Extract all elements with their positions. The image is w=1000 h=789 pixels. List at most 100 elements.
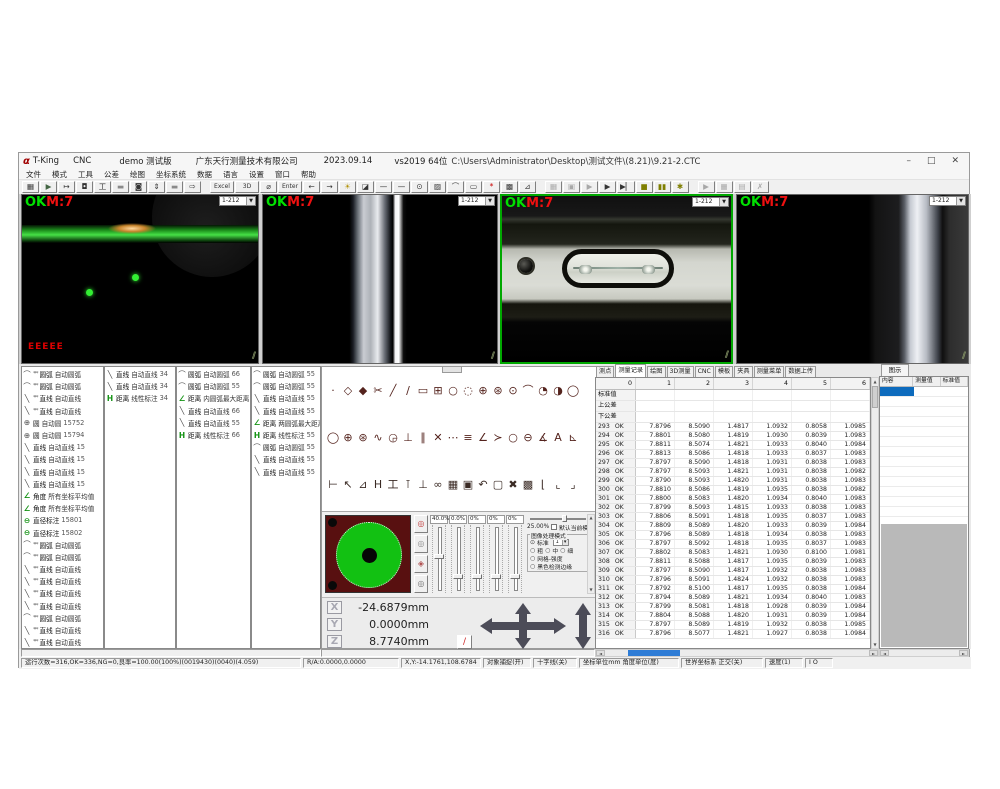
radio-coarse[interactable]: ○ [530,547,535,554]
scrollbar-thumb[interactable] [872,386,878,408]
palette-tool-icon[interactable]: ○ [446,383,460,399]
graphic-row[interactable] [880,427,968,437]
slider-thumb[interactable] [510,574,520,579]
tab-graphic[interactable]: 图示 [881,364,909,376]
table-row[interactable]: 302OK7.87998.50931.48151.09330.80381.098… [596,504,870,513]
graphic-row[interactable] [880,467,968,477]
list-item[interactable]: ╲直线自动直线34 [105,380,175,392]
palette-tool-icon[interactable]: H [371,477,385,493]
list-item[interactable]: ∠距离内圆弧最大距离 [177,392,250,404]
palette-tool-icon[interactable]: ⌞ [551,477,565,493]
camera1-selector[interactable]: 1-212▼ [219,196,256,206]
slider-th[interactable] [562,515,567,522]
palette-tool-icon[interactable]: ⊞ [431,383,445,399]
list-item[interactable]: ╲***直线自动直线 [22,405,103,417]
palette-tool-icon[interactable]: ▭ [416,383,430,399]
camera-view-2[interactable]: OKM:7 1-212▼ ∕∕ [262,194,498,364]
toolbar-minus2-icon[interactable]: — [393,181,410,193]
tab-measure-6[interactable]: 夹具 [734,366,752,377]
list-item[interactable]: ⌒***圆弧自动圆弧 [22,368,103,380]
default-mode-checkbox[interactable] [551,524,557,530]
table-row[interactable]: 308OK7.88118.50881.48171.09350.80391.098… [596,558,870,567]
palette-tool-icon[interactable]: ◔ [536,383,550,399]
graphic-row[interactable] [880,437,968,447]
list-item[interactable]: ∠角度所有坐标平均值 [22,502,103,514]
palette-tool-icon[interactable]: ✕ [431,430,445,446]
graphic-row[interactable] [880,507,968,517]
palette-tool-icon[interactable]: ⊛ [491,383,505,399]
tab-measure-2[interactable]: 绘图 [647,366,665,377]
palette-tool-icon[interactable]: ∡ [536,430,550,446]
list-item[interactable]: ╲直线自动直线66 [177,405,250,417]
list-item[interactable]: ╲直线自动直线55 [252,392,320,404]
toolbar-lamp-icon[interactable]: ☀ [339,181,356,193]
menu-item-2[interactable]: 工具 [78,169,93,180]
palette-tool-icon[interactable]: ↖ [341,477,355,493]
palette-tool-icon[interactable]: ○ [506,430,520,446]
table-row[interactable]: 300OK7.88108.50861.48191.09350.80381.098… [596,486,870,495]
list-item[interactable]: ╲直线自动直线15 [22,453,103,465]
list-item[interactable]: ⌒***圆弧自动圆弧 [22,612,103,624]
tab-measure-1[interactable]: 测量记录 [615,364,646,377]
list-item[interactable]: ╲***直线自动直线 [22,587,103,599]
palette-tool-icon[interactable]: ∕ [401,383,415,399]
toolbar-rect-icon[interactable]: ▭ [465,181,482,193]
options-scrollbar[interactable]: ▲▼ [587,514,595,594]
menu-item-1[interactable]: 模式 [52,169,67,180]
close-button[interactable]: ✕ [951,156,959,166]
toolbar-caliper-icon[interactable]: ⌀ [260,181,277,193]
list-item[interactable]: ⌒***圆弧自动圆弧 [22,539,103,551]
scrollbar-thumb[interactable] [628,650,680,656]
palette-tool-icon[interactable]: ▦ [446,477,460,493]
table-row[interactable]: 315OK7.87978.50891.48191.09320.80381.098… [596,621,870,630]
toolbar-probe-icon[interactable]: ◘ [76,181,93,193]
slider-thumb[interactable] [491,574,501,579]
toolbar-arc-icon[interactable]: ⌒ [447,181,464,193]
list-item[interactable]: ╲***直线自动直线 [22,563,103,575]
menu-item-8[interactable]: 设置 [249,169,264,180]
list-item[interactable]: ⊕圆自动圆15752 [22,417,103,429]
palette-tool-icon[interactable]: ✂ [371,383,385,399]
graphic-row[interactable] [880,447,968,457]
table-row[interactable]: 316OK7.87968.50771.48211.09270.80381.098… [596,630,870,639]
palette-tool-icon[interactable]: ⊺ [401,477,415,493]
palette-tool-icon[interactable]: 工 [386,477,400,493]
toolbar-save3-icon[interactable]: ▦ [716,181,733,193]
toolbar-goto-icon[interactable]: ⇨ [184,181,201,193]
menu-item-0[interactable]: 文件 [26,169,41,180]
menu-item-5[interactable]: 坐标系统 [156,169,186,180]
palette-tool-icon[interactable]: ⊿ [356,477,370,493]
tab-measure-3[interactable]: 3D测量 [667,366,694,377]
table-row[interactable]: 298OK7.87978.50931.48211.09310.80381.098… [596,468,870,477]
light-ring-button[interactable]: ◈ [414,555,428,573]
toolbar-star-icon[interactable]: * [483,181,500,193]
table-row[interactable]: 310OK7.87968.50911.48241.09320.80381.098… [596,576,870,585]
toolbar-pattern-icon[interactable]: ▨ [429,181,446,193]
radio-grid[interactable]: ○ [530,555,535,562]
palette-tool-icon[interactable]: ⊛ [356,430,370,446]
palette-tool-icon[interactable]: ⌊ [536,477,550,493]
table-row[interactable]: 295OK7.88118.50741.48211.09330.80401.098… [596,441,870,450]
tab-measure-8[interactable]: 数据上传 [785,366,816,377]
palette-tool-icon[interactable]: ◆ [356,383,370,399]
table-vertical-scrollbar[interactable]: ▲▼ [871,377,879,649]
palette-tool-icon[interactable]: ✖ [506,477,520,493]
table-row[interactable]: 313OK7.87998.50811.48181.09280.80391.098… [596,603,870,612]
camera-view-1[interactable]: EEEEE OKM:7 1-212▼ ∕∕ [21,194,259,364]
list-item[interactable]: ╲***直线自动直线 [22,575,103,587]
toolbar-save-icon[interactable]: ▦ [22,181,39,193]
tab-measure-4[interactable]: CNC [695,366,714,377]
list-item[interactable]: ⌒***圆弧自动圆弧 [22,551,103,563]
list-item[interactable]: H距离线性标注34 [105,392,175,404]
table-row[interactable]: 293OK7.87968.50901.48171.09320.80581.098… [596,423,870,432]
toolbar-probe-down-icon[interactable]: ◙ [130,181,147,193]
graphic-row[interactable] [880,417,968,427]
slider-thumb[interactable] [472,574,482,579]
toolbar-play-to-end-icon[interactable]: ▶▏ [617,181,635,193]
menu-item-10[interactable]: 帮助 [301,169,316,180]
list-item[interactable]: ╲直线自动直线55 [252,453,320,465]
camera3-selector[interactable]: 1-212▼ [692,197,729,207]
graphic-row[interactable] [880,477,968,487]
toolbar-tools-icon[interactable]: ✱ [672,181,689,193]
toolbar-print-icon[interactable]: ▤ [734,181,751,193]
